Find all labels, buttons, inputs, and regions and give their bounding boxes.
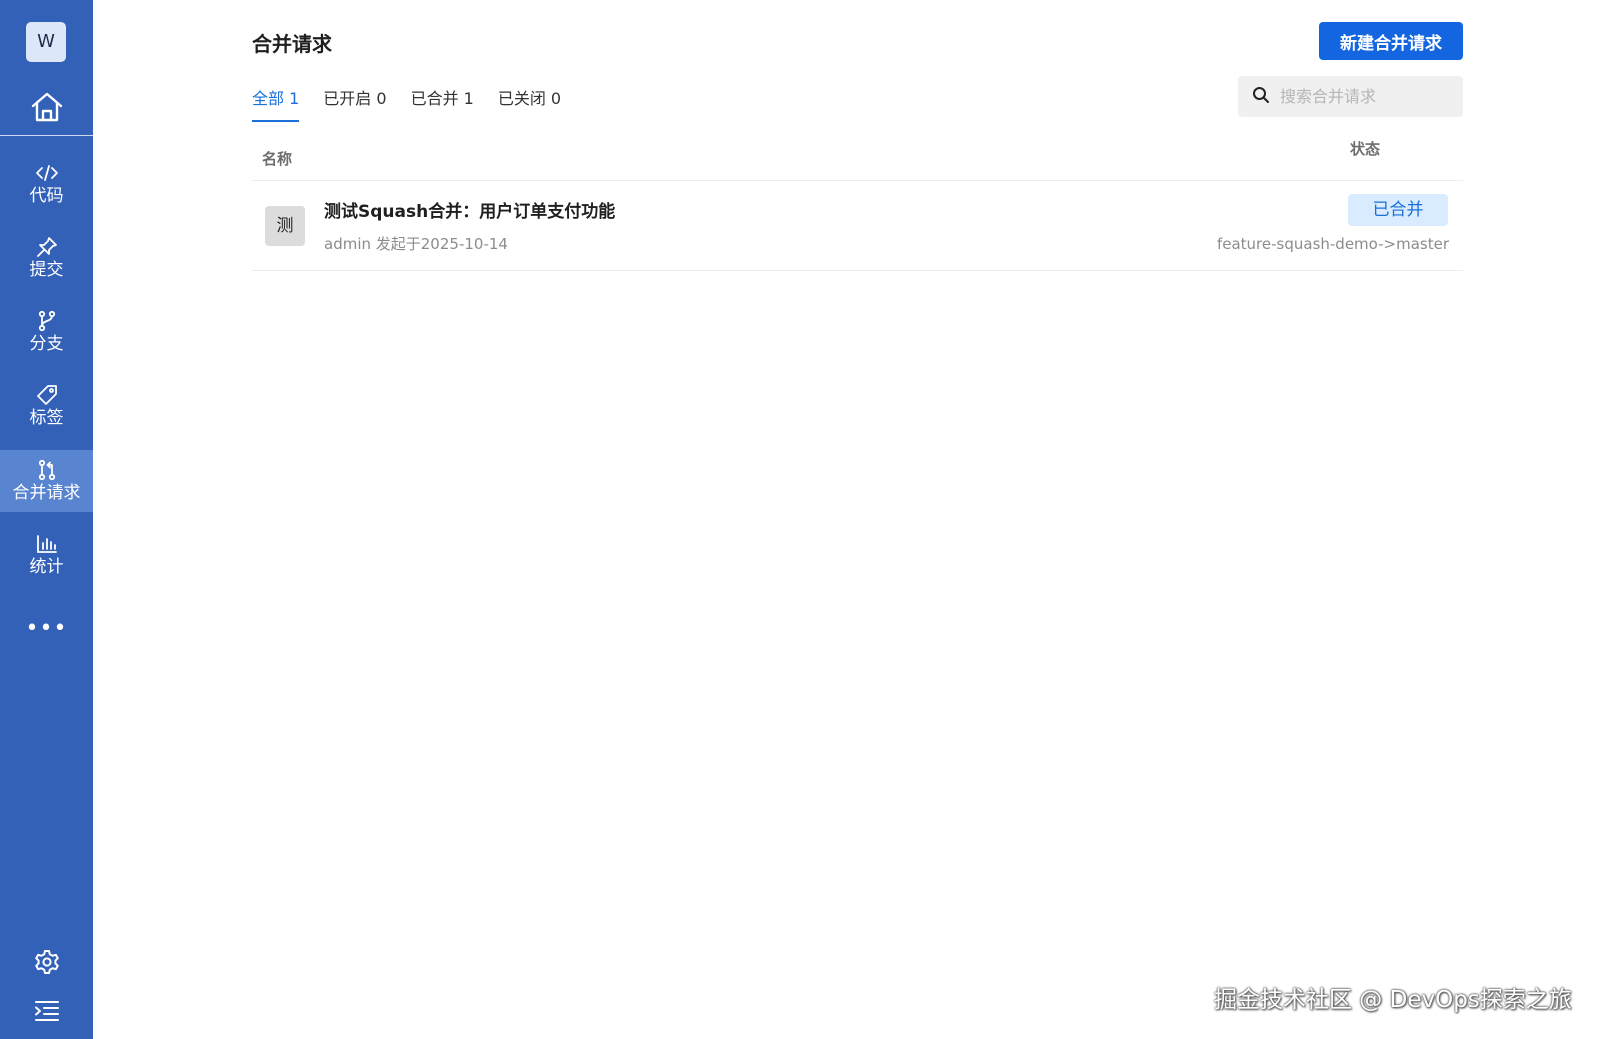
sidebar-item-label: 标签	[29, 407, 64, 428]
collapse-menu-icon	[34, 1000, 60, 1026]
pin-icon	[36, 236, 58, 258]
settings-button[interactable]	[0, 947, 93, 981]
branch-info: feature-squash-demo->master	[1216, 235, 1449, 253]
sidebar-item-merge-requests[interactable]: 合并请求	[0, 450, 93, 512]
column-header-name: 名称	[262, 150, 293, 168]
sidebar-item-label: 统计	[29, 556, 64, 577]
table-row[interactable]: 测 测试Squash合并：用户订单支付功能 admin 发起于2025-10-1…	[252, 181, 1463, 271]
gear-icon	[34, 949, 60, 979]
branch-icon	[37, 310, 57, 332]
avatar[interactable]: W	[26, 22, 66, 62]
sidebar-item-label: 代码	[29, 185, 64, 206]
status-badge: 已合并	[1348, 194, 1448, 226]
search-box	[1238, 76, 1463, 117]
code-icon	[35, 162, 59, 184]
sidebar-item-label: 提交	[29, 259, 64, 280]
filter-tabs: 全部 1 已开启 0 已合并 1 已关闭 0	[252, 86, 585, 122]
search-icon	[1252, 86, 1270, 108]
sidebar-item-code[interactable]: 代码	[0, 153, 93, 215]
tab-closed[interactable]: 已关闭 0	[498, 86, 561, 122]
merge-request-icon	[37, 459, 57, 481]
merge-request-title[interactable]: 测试Squash合并：用户订单支付功能	[324, 197, 615, 222]
new-merge-request-button[interactable]: 新建合并请求	[1319, 22, 1463, 60]
tab-all[interactable]: 全部 1	[252, 86, 300, 122]
more-button[interactable]: •••	[0, 614, 93, 642]
collapse-sidebar-button[interactable]	[0, 996, 93, 1030]
page-title: 合并请求	[252, 32, 332, 56]
tab-open[interactable]: 已开启 0	[323, 86, 386, 122]
search-input[interactable]	[1278, 86, 1458, 107]
sidebar-item-statistics[interactable]: 统计	[0, 524, 93, 586]
column-header-status: 状态	[1350, 140, 1381, 158]
author-avatar: 测	[265, 206, 305, 246]
bar-chart-icon	[36, 533, 58, 555]
sidebar-divider	[0, 135, 93, 136]
watermark: 掘金技术社区 @ DevOps探索之旅	[1214, 987, 1572, 1013]
sidebar-item-branches[interactable]: 分支	[0, 301, 93, 363]
merge-request-meta: admin 发起于2025-10-14	[324, 235, 508, 253]
home-button[interactable]	[0, 84, 93, 134]
more-icon: •••	[25, 615, 68, 641]
tag-icon	[36, 384, 58, 406]
tab-merged[interactable]: 已合并 1	[411, 86, 474, 122]
sidebar: W 代码 提交 分支 标签 合并请求 统计 •••	[0, 0, 93, 1039]
sidebar-item-label: 分支	[29, 333, 64, 354]
table-divider	[252, 270, 1463, 271]
home-icon	[30, 91, 64, 127]
sidebar-item-commits[interactable]: 提交	[0, 227, 93, 289]
sidebar-item-label: 合并请求	[12, 482, 81, 503]
sidebar-item-tags[interactable]: 标签	[0, 375, 93, 437]
